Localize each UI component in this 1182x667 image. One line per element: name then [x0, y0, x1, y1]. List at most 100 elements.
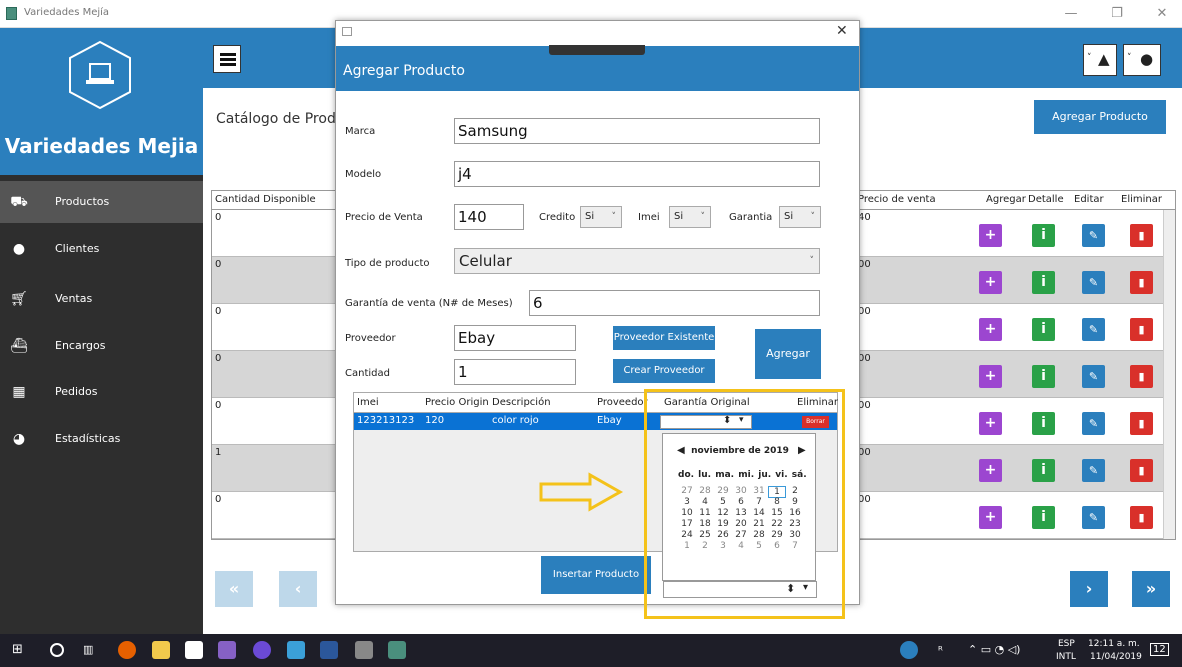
language-layout[interactable]: INTL	[1056, 652, 1076, 662]
table-scrollbar[interactable]	[1163, 210, 1175, 539]
minimize-icon[interactable]: —	[1055, 4, 1087, 24]
edit-button[interactable]: ✎	[1082, 318, 1105, 341]
sidebar: Variedades Mejia ⛟ Productos ● Clientes …	[0, 28, 203, 634]
visual-studio-icon[interactable]	[218, 641, 236, 659]
firefox-icon[interactable]	[118, 641, 136, 659]
tipo-select[interactable]: Celular	[454, 248, 820, 274]
column-header: Precio Origin	[425, 397, 489, 408]
cart-icon: 🛒︎	[10, 291, 28, 307]
help-icon[interactable]	[900, 641, 918, 659]
notifications-button[interactable]: ˅ ▲	[1083, 44, 1117, 76]
brand-name: Variedades Mejia	[4, 134, 199, 158]
app-icon[interactable]	[253, 641, 271, 659]
cantidad-input[interactable]: 1	[454, 359, 576, 385]
menu-button[interactable]	[213, 45, 241, 73]
precio-input[interactable]: 140	[454, 204, 524, 230]
word-icon[interactable]	[320, 641, 338, 659]
modelo-input[interactable]: j4	[454, 161, 820, 187]
close-icon[interactable]: ✕	[836, 23, 848, 39]
system-tray-icons[interactable]: ⌃ ▭ ◔ ◁)	[968, 643, 1020, 656]
info-button[interactable]: i	[1032, 412, 1055, 435]
language-indicator[interactable]: ESP	[1058, 639, 1075, 649]
windows-start-icon[interactable]: ⊞	[12, 641, 30, 659]
imei-select[interactable]: Si	[669, 206, 711, 228]
delete-button[interactable]: ▮	[1130, 224, 1153, 247]
info-button[interactable]: i	[1032, 506, 1055, 529]
marca-input[interactable]: Samsung	[454, 118, 820, 144]
prev-page-button[interactable]: ‹	[279, 571, 317, 607]
insert-product-button[interactable]: Insertar Producto	[541, 556, 651, 594]
modelo-label: Modelo	[345, 169, 382, 180]
delete-button[interactable]: ▮	[1130, 506, 1153, 529]
qty-cell: 0	[215, 400, 222, 411]
edit-button[interactable]: ✎	[1082, 365, 1105, 388]
add-stock-button[interactable]: +	[979, 271, 1002, 294]
delete-button[interactable]: ▮	[1130, 318, 1153, 341]
sidebar-item-pedidos[interactable]: ▦ Pedidos	[0, 371, 203, 413]
search-icon[interactable]	[50, 643, 64, 657]
supplier-cell: Ebay	[597, 415, 622, 426]
description-cell: color rojo	[492, 415, 539, 426]
add-stock-button[interactable]: +	[979, 224, 1002, 247]
clock-date[interactable]: 11/04/2019	[1090, 652, 1142, 662]
column-header: Eliminar	[1121, 194, 1162, 205]
next-page-button[interactable]: ›	[1070, 571, 1108, 607]
delete-button[interactable]: ▮	[1130, 412, 1153, 435]
garantia-venta-input[interactable]: 6	[529, 290, 820, 316]
edit-button[interactable]: ✎	[1082, 506, 1105, 529]
first-page-button[interactable]: «	[215, 571, 253, 607]
tipo-label: Tipo de producto	[345, 258, 430, 269]
clock-time[interactable]: 12:11 a. m.	[1088, 639, 1140, 649]
restore-icon[interactable]: ❐	[1101, 4, 1133, 24]
column-header: Proveedor	[597, 397, 648, 408]
add-item-button[interactable]: Agregar	[755, 329, 821, 379]
proveedor-input[interactable]: Ebay	[454, 325, 576, 351]
edit-button[interactable]: ✎	[1082, 412, 1105, 435]
sidebar-item-estadisticas[interactable]: ◕ Estadísticas	[0, 418, 203, 460]
app-icon[interactable]	[287, 641, 305, 659]
info-button[interactable]: i	[1032, 365, 1055, 388]
people-icon[interactable]: ᴿ	[938, 644, 943, 657]
app-running-icon[interactable]	[388, 641, 406, 659]
add-stock-button[interactable]: +	[979, 459, 1002, 482]
edit-button[interactable]: ✎	[1082, 271, 1105, 294]
drag-handle[interactable]	[549, 45, 645, 55]
qty-cell: 0	[215, 212, 222, 223]
add-stock-button[interactable]: +	[979, 506, 1002, 529]
edit-button[interactable]: ✎	[1082, 459, 1105, 482]
info-button[interactable]: i	[1032, 271, 1055, 294]
task-view-icon[interactable]: ▥	[83, 641, 101, 659]
user-menu-button[interactable]: ˅ ●	[1123, 44, 1161, 76]
dialog-title: Agregar Producto	[343, 63, 465, 79]
info-button[interactable]: i	[1032, 459, 1055, 482]
add-product-button[interactable]: Agregar Producto	[1034, 100, 1166, 134]
file-explorer-icon[interactable]	[152, 641, 170, 659]
last-page-button[interactable]: »	[1132, 571, 1170, 607]
add-stock-button[interactable]: +	[979, 365, 1002, 388]
mail-icon[interactable]	[185, 641, 203, 659]
create-supplier-button[interactable]: Crear Proveedor	[613, 359, 715, 383]
notification-center-icon[interactable]: 12	[1150, 643, 1169, 656]
edit-button[interactable]: ✎	[1082, 224, 1105, 247]
delete-button[interactable]: ▮	[1130, 365, 1153, 388]
paint-icon[interactable]	[355, 641, 373, 659]
info-button[interactable]: i	[1032, 318, 1055, 341]
close-window-icon[interactable]: ✕	[1146, 4, 1178, 24]
qty-cell: 0	[215, 259, 222, 270]
sidebar-item-encargos[interactable]: ⛴ Encargos	[0, 325, 203, 367]
column-header: Detalle	[1028, 194, 1064, 205]
sidebar-item-ventas[interactable]: 🛒︎ Ventas	[0, 278, 203, 320]
add-stock-button[interactable]: +	[979, 318, 1002, 341]
add-stock-button[interactable]: +	[979, 412, 1002, 435]
marca-label: Marca	[345, 126, 376, 137]
sidebar-item-clientes[interactable]: ● Clientes	[0, 228, 203, 270]
delete-button[interactable]: ▮	[1130, 459, 1153, 482]
garantia-select[interactable]: Si	[779, 206, 821, 228]
delete-button[interactable]: ▮	[1130, 271, 1153, 294]
sidebar-item-productos[interactable]: ⛟ Productos	[0, 181, 203, 223]
price-cell: 120	[425, 415, 445, 426]
existing-supplier-button[interactable]: Proveedor Existente	[613, 326, 715, 350]
column-header: Imei	[357, 397, 379, 408]
credito-select[interactable]: Si	[580, 206, 622, 228]
info-button[interactable]: i	[1032, 224, 1055, 247]
